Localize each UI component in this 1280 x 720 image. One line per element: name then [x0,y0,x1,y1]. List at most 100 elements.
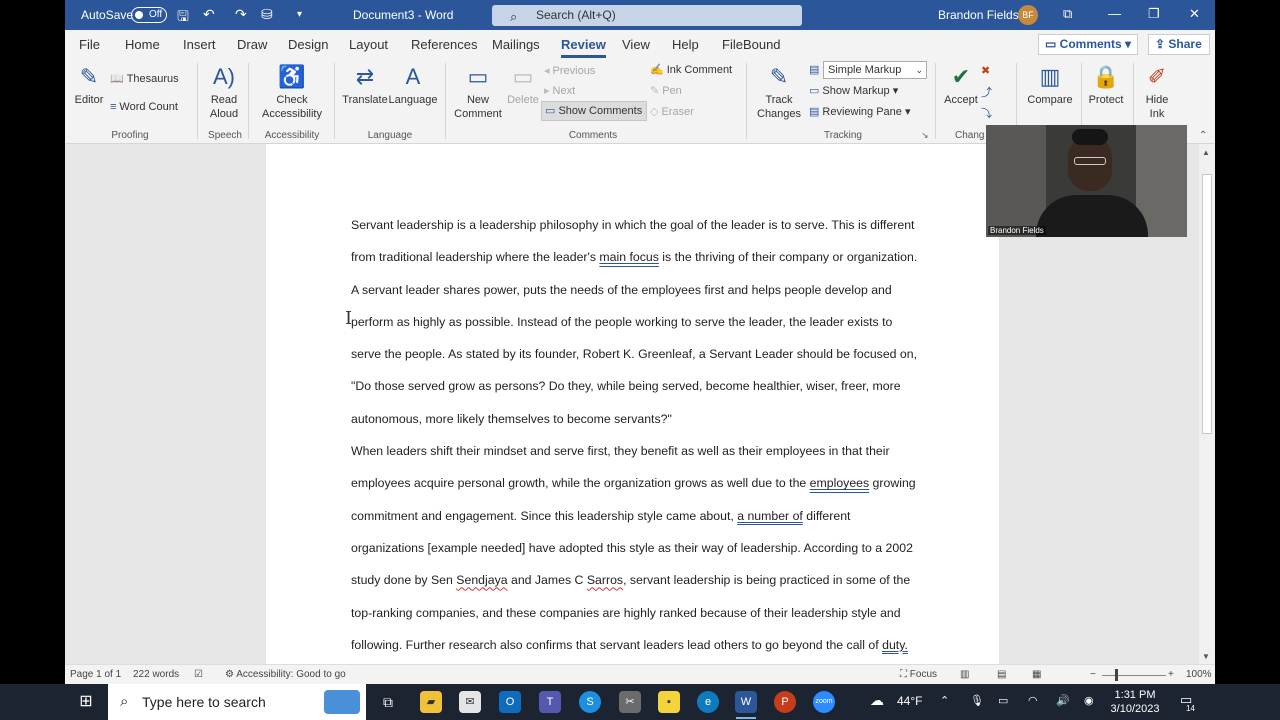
delete-comment-button[interactable]: ▭ Delete [505,61,541,107]
tab-review[interactable]: Review [561,37,606,58]
check-accessibility-button[interactable]: ♿ Check Accessibility [254,61,330,121]
taskbar-search[interactable]: ⌕ Type here to search [108,684,366,720]
read-aloud-button[interactable]: A) Read Aloud [204,61,244,121]
next-comment-button[interactable]: ▸ Next [544,84,575,97]
zoom-slider[interactable] [1102,675,1166,676]
group-proofing: Proofing [111,130,149,141]
tab-draw[interactable]: Draw [237,37,267,52]
show-hidden-icons-icon[interactable]: ⌃ [940,694,949,707]
zoom-level[interactable]: 100% [1186,669,1212,680]
microphone-icon[interactable]: 🎙 [970,694,984,707]
powerpoint-icon[interactable]: P [774,691,796,713]
meet-now-icon[interactable]: ◉ [1084,694,1094,707]
autosave-toggle[interactable]: Off [131,7,167,23]
read-mode-icon[interactable]: ▥ [960,669,969,680]
tracking-options-launcher-icon[interactable]: ↘ [921,130,929,141]
reject-icon[interactable]: ✖ [981,64,990,77]
format-painter-icon[interactable]: ⛁ [261,6,273,23]
print-layout-icon[interactable]: ▤ [997,669,1006,680]
undo-icon[interactable]: ↶ [203,6,215,23]
word-count-button[interactable]: ≡ Word Count [110,101,178,113]
markup-mode-dropdown[interactable]: Simple Markup ⌄ [823,61,927,79]
scroll-up-icon[interactable]: ▲ [1202,148,1210,157]
thesaurus-button[interactable]: 📖 Thesaurus [110,72,179,85]
tab-design[interactable]: Design [288,37,328,52]
task-view-icon[interactable]: ⧉ [377,691,399,713]
tab-home[interactable]: Home [125,37,160,52]
avatar[interactable]: BF [1018,5,1038,25]
file-explorer-icon[interactable]: ▰ [420,691,442,713]
accept-button[interactable]: ✔ Accept [941,61,981,107]
track-changes-button[interactable]: ✎ Track Changes [757,61,801,121]
teams-icon[interactable]: T [539,691,561,713]
zoom-out-icon[interactable]: − [1090,669,1096,680]
tab-filebound[interactable]: FileBound [722,37,781,52]
document-page[interactable]: Servant leadership is a leadership philo… [266,144,999,664]
editor-button[interactable]: ✎ Editor [73,61,105,107]
battery-icon[interactable]: ▭ [998,694,1008,707]
new-comment-icon: ▭ [467,64,489,89]
user-name[interactable]: Brandon Fields [938,8,1019,22]
next-change-icon[interactable]: ⤵ [981,105,992,121]
proofing-status-icon[interactable]: ☑ [194,669,203,680]
comments-button[interactable]: ▭ Comments ▾ [1038,34,1138,55]
edge-icon[interactable]: e [697,691,719,713]
focus-button[interactable]: ⛶ Focus [900,669,937,680]
collapse-ribbon-icon[interactable]: ⌃ [1199,130,1207,141]
protect-button[interactable]: 🔒 Protect [1083,61,1129,107]
previous-change-icon[interactable]: ⤴ [981,84,992,100]
word-count[interactable]: 222 words [133,669,179,680]
show-markup-button[interactable]: ▭ Show Markup ▾ [809,84,898,97]
tab-mailings[interactable]: Mailings [492,37,540,52]
pen-button[interactable]: ✎ Pen [650,84,682,97]
tab-references[interactable]: References [411,37,477,52]
ink-comment-button[interactable]: ✍ Ink Comment [650,63,732,76]
compare-button[interactable]: ▥ Compare [1025,61,1075,107]
search-box[interactable]: ⌕ Search (Alt+Q) [492,5,802,26]
language-button[interactable]: A Language [387,61,439,107]
weather-icon[interactable]: ☁ [870,692,884,709]
windows-start-icon[interactable]: ⊞ [75,691,97,713]
previous-comment-button[interactable]: ◂ Previous [544,64,595,77]
restore-icon[interactable]: ❐ [1148,6,1160,22]
scroll-down-icon[interactable]: ▼ [1202,652,1210,661]
vertical-scrollbar[interactable]: ▲ ▼ [1199,144,1215,664]
skype-icon[interactable]: S [579,691,601,713]
save-icon[interactable]: 🖫 [177,6,189,30]
tab-insert[interactable]: Insert [183,37,216,52]
document-body[interactable]: Servant leadership is a leadership philo… [351,209,921,661]
tab-file[interactable]: File [79,37,100,52]
weather-temperature[interactable]: 44°F [897,694,922,708]
eraser-button[interactable]: ◇ Eraser [650,105,694,118]
minimize-icon[interactable]: — [1108,6,1121,21]
new-comment-button[interactable]: ▭ New Comment [451,61,505,121]
redo-icon[interactable]: ↷ [235,6,247,23]
tab-view[interactable]: View [622,37,650,52]
customize-quick-access-icon[interactable]: ▾ [297,9,302,20]
hide-ink-button[interactable]: ✐ Hide Ink [1138,61,1176,121]
zoom-slider-handle[interactable] [1115,669,1118,681]
sticky-notes-icon[interactable]: ▪ [658,691,680,713]
tab-help[interactable]: Help [672,37,699,52]
zoom-in-icon[interactable]: + [1168,669,1174,680]
close-icon[interactable]: ✕ [1189,6,1200,22]
word-taskbar-icon[interactable]: W [735,691,757,713]
page-count[interactable]: Page 1 of 1 [70,669,121,680]
snipping-tool-icon[interactable]: ✂ [619,691,641,713]
ribbon-display-icon[interactable]: ⧉ [1063,6,1072,22]
tab-layout[interactable]: Layout [349,37,388,52]
show-comments-button[interactable]: ▭ Show Comments [541,101,647,121]
zoom-app-icon[interactable]: zoom [813,691,835,713]
mail-app-icon[interactable]: ✉ [459,691,481,713]
group-changes: Chang [955,130,985,141]
volume-icon[interactable]: 🔊 [1056,694,1070,707]
scroll-thumb[interactable] [1202,174,1212,434]
wifi-icon[interactable]: ◠ [1028,694,1038,707]
accessibility-status[interactable]: ⚙ Accessibility: Good to go [225,669,346,680]
reviewing-pane-button[interactable]: ▤ Reviewing Pane ▾ [809,105,910,118]
outlook-icon[interactable]: O [499,691,521,713]
web-layout-icon[interactable]: ▦ [1032,669,1041,680]
share-button[interactable]: ⇪ Share [1148,34,1210,55]
clock[interactable]: 1:31 PM 3/10/2023 [1104,688,1166,716]
translate-button[interactable]: ⇄ Translate [341,61,389,107]
